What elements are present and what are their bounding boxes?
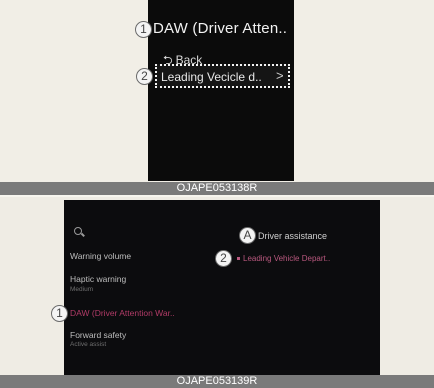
callout-1b: 1 [51,305,68,322]
search-icon[interactable] [74,227,82,235]
leading-vehicle-depart-item[interactable]: Leading Vehicle Depart.. [237,254,330,263]
callout-2: 2 [136,68,153,85]
driver-assistance-header: Driver assistance [258,231,328,241]
chevron-right-icon: > [276,68,284,83]
menu-haptic-warning[interactable]: Haptic warning [70,274,126,284]
bullet-icon [237,257,240,261]
leading-vehicle-depart-label: Leading Vehicle Depart.. [243,254,331,263]
menu-forward-safety[interactable]: Forward safety [70,330,126,340]
callout-1: 1 [135,21,152,38]
bottom-screen [64,200,380,375]
menu-forward-safety-value: Active assist [70,341,107,348]
leading-vehicle-label: Leading Vecicle d.. [161,70,262,84]
callout-2b: 2 [215,250,232,267]
menu-warning-volume[interactable]: Warning volume [70,251,131,261]
menu-daw[interactable]: DAW (Driver Attention War.. [70,308,175,318]
caption-bottom: OJAPE053139R [0,375,434,388]
menu-haptic-warning-value: Medium [70,286,94,293]
caption-top: OJAPE053138R [0,182,434,195]
callout-a: A [239,227,256,244]
daw-title: DAW (Driver Atten.. [153,20,288,37]
